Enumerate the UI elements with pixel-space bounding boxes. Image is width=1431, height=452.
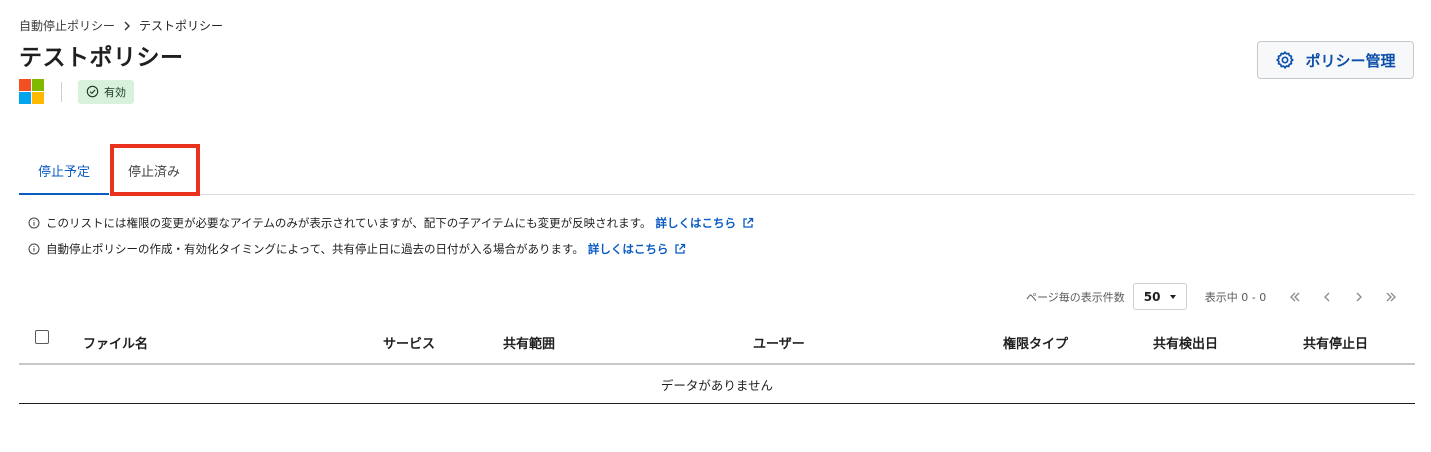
breadcrumb-current: テストポリシー (139, 19, 224, 33)
status-badge-label: 有効 (104, 85, 126, 99)
column-header-service[interactable]: サービス (383, 333, 435, 352)
prev-page-icon[interactable] (1320, 290, 1334, 304)
notice-item: 自動停止ポリシーの作成・有効化タイミングによって、共有停止日に過去の日付が入る場… (28, 241, 686, 257)
data-table: ファイル名 サービス 共有範囲 ユーザー 権限タイプ 共有検出日 共有停止日 デ… (19, 321, 1415, 404)
empty-state: データがありません (19, 365, 1415, 404)
learn-more-link[interactable]: 詳しくはこちら (588, 241, 687, 257)
column-header-filename[interactable]: ファイル名 (83, 333, 148, 352)
check-circle-icon (86, 85, 99, 98)
status-badge: 有効 (78, 79, 134, 104)
per-page-value: 50 (1143, 289, 1161, 304)
pagination: ページ毎の表示件数 50 表示中 0 - 0 (1026, 283, 1398, 310)
tab-scheduled[interactable]: 停止予定 (19, 148, 109, 195)
notice-text: 自動停止ポリシーの作成・有効化タイミングによって、共有停止日に過去の日付が入る場… (46, 242, 584, 256)
column-header-detected-date[interactable]: 共有検出日 (1153, 333, 1218, 352)
notice-item: このリストには権限の変更が必要なアイテムのみが表示されていますが、配下の子アイテ… (28, 215, 754, 231)
column-header-stop-date[interactable]: 共有停止日 (1303, 333, 1368, 352)
policy-manage-label: ポリシー管理 (1305, 51, 1396, 70)
column-header-permission-type[interactable]: 権限タイプ (1003, 333, 1068, 352)
learn-more-label: 詳しくはこちら (587, 242, 669, 256)
select-all-checkbox[interactable] (35, 330, 49, 344)
external-link-icon (743, 217, 754, 228)
tab-stopped[interactable]: 停止済み (111, 148, 197, 193)
info-icon (28, 217, 40, 229)
breadcrumb-parent-link[interactable]: 自動停止ポリシー (19, 17, 115, 34)
column-header-scope[interactable]: 共有範囲 (503, 333, 555, 352)
next-page-icon[interactable] (1352, 290, 1366, 304)
gear-icon (1276, 51, 1295, 69)
first-page-icon[interactable] (1288, 290, 1302, 304)
column-header-user[interactable]: ユーザー (753, 333, 805, 352)
breadcrumb: 自動停止ポリシー テストポリシー (19, 17, 223, 34)
per-page-label: ページ毎の表示件数 (1026, 290, 1125, 304)
chevron-right-icon (124, 21, 131, 30)
external-link-icon (675, 243, 686, 254)
learn-more-link[interactable]: 詳しくはこちら (655, 215, 754, 231)
policy-manage-button[interactable]: ポリシー管理 (1257, 41, 1414, 79)
divider (61, 81, 62, 102)
page-title: テストポリシー (19, 45, 184, 71)
table-header: ファイル名 サービス 共有範囲 ユーザー 権限タイプ 共有検出日 共有停止日 (19, 321, 1415, 365)
microsoft-logo-icon (19, 79, 44, 104)
info-icon (28, 243, 40, 255)
last-page-icon[interactable] (1384, 290, 1398, 304)
per-page-select[interactable]: 50 (1132, 283, 1187, 310)
notice-text: このリストには権限の変更が必要なアイテムのみが表示されていますが、配下の子アイテ… (46, 216, 652, 230)
policy-meta: 有効 (19, 79, 134, 104)
page-range: 表示中 0 - 0 (1204, 290, 1267, 304)
learn-more-label: 詳しくはこちら (655, 216, 736, 230)
tab-bar: 停止予定 停止済み (19, 148, 1415, 195)
caret-down-icon (1169, 294, 1176, 299)
